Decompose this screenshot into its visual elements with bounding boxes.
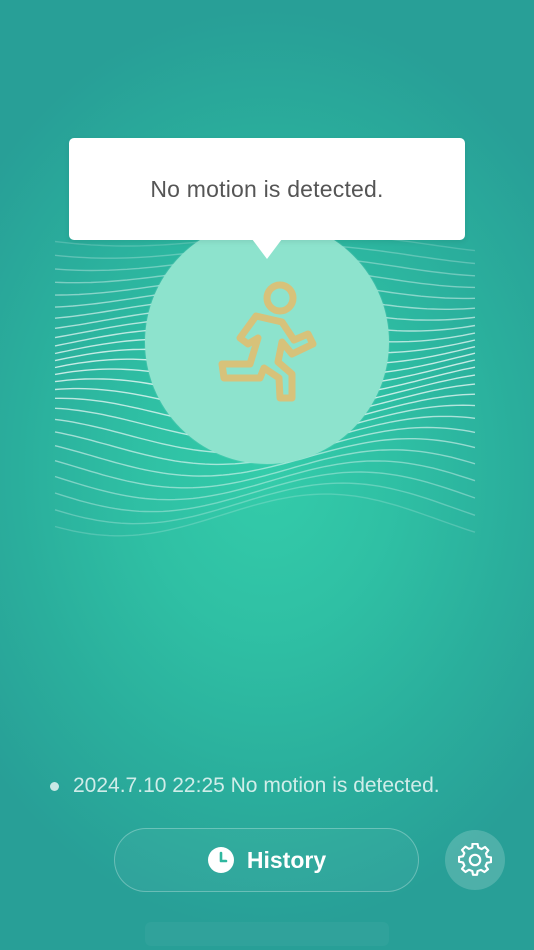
tooltip-pointer [252,239,282,259]
wave-line [54,493,476,537]
bottom-bar-shadow [145,922,389,946]
running-person-icon [218,281,317,402]
settings-button[interactable] [445,830,505,890]
gear-icon [458,843,492,876]
history-button-label: History [246,846,327,873]
tooltip-message: No motion is detected. [150,175,384,202]
status-dot-icon [50,781,59,791]
history-button[interactable]: History [114,828,419,892]
motion-sensor-screen: No motion is detected. 2024.7.10 22:25 N… [0,0,534,950]
latest-event-status: 2024.7.10 22:25 No motion is detected. [50,770,440,802]
latest-event-text: 2024.7.10 22:25 No motion is detected. [73,774,440,797]
motion-tooltip: No motion is detected. [69,138,465,240]
clock-icon [207,847,234,873]
wave-line [54,471,476,513]
